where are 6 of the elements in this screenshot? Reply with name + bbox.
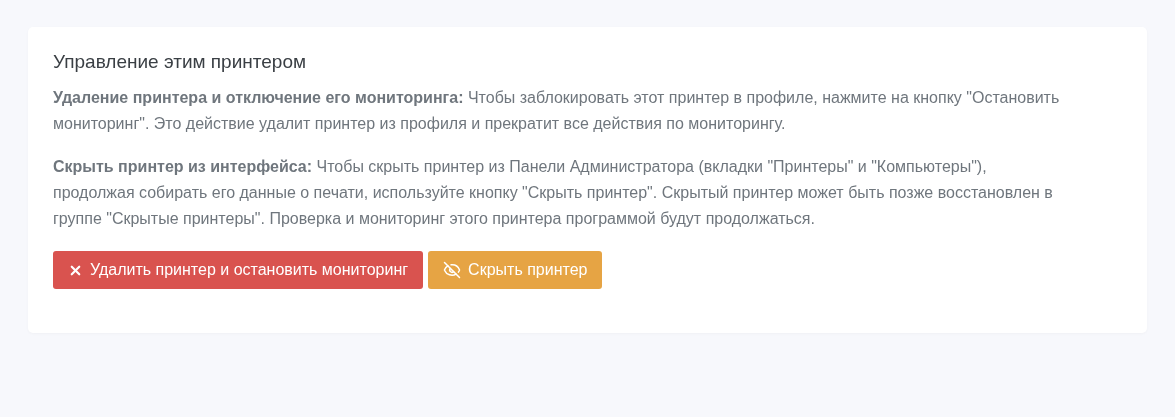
section-title: Управление этим принтером — [53, 51, 308, 73]
description-paragraph: Скрыть принтер из интерфейса: Чтобы скрыть принтер из Панели Администратора (вкладки "Принтеры" и "Компьютеры"), продолжая собирать его данные о печати, используйте кнопку "Скрыть принтер". Скрытый принтер может быть позже восстановлен в группе "Скрытые принтеры". Проверка и мониторинг этого принтера программой будут продолжаться. — [53, 157, 1054, 229]
delete-button[interactable]: Удалить принтер и остановить мониторинг — [53, 251, 424, 289]
eye-slash-icon — [443, 261, 462, 279]
description-paragraph: Удаление принтера и отключение его мониторинга: Чтобы заблокировать этот принтер в профиле, нажмите на кнопку "Остановить мониторинг". Это действие удалит принтер из профиля и прекратит все действия по мониторингу. — [53, 88, 1061, 134]
hide-button[interactable]: Скрыть принтер — [428, 251, 603, 289]
